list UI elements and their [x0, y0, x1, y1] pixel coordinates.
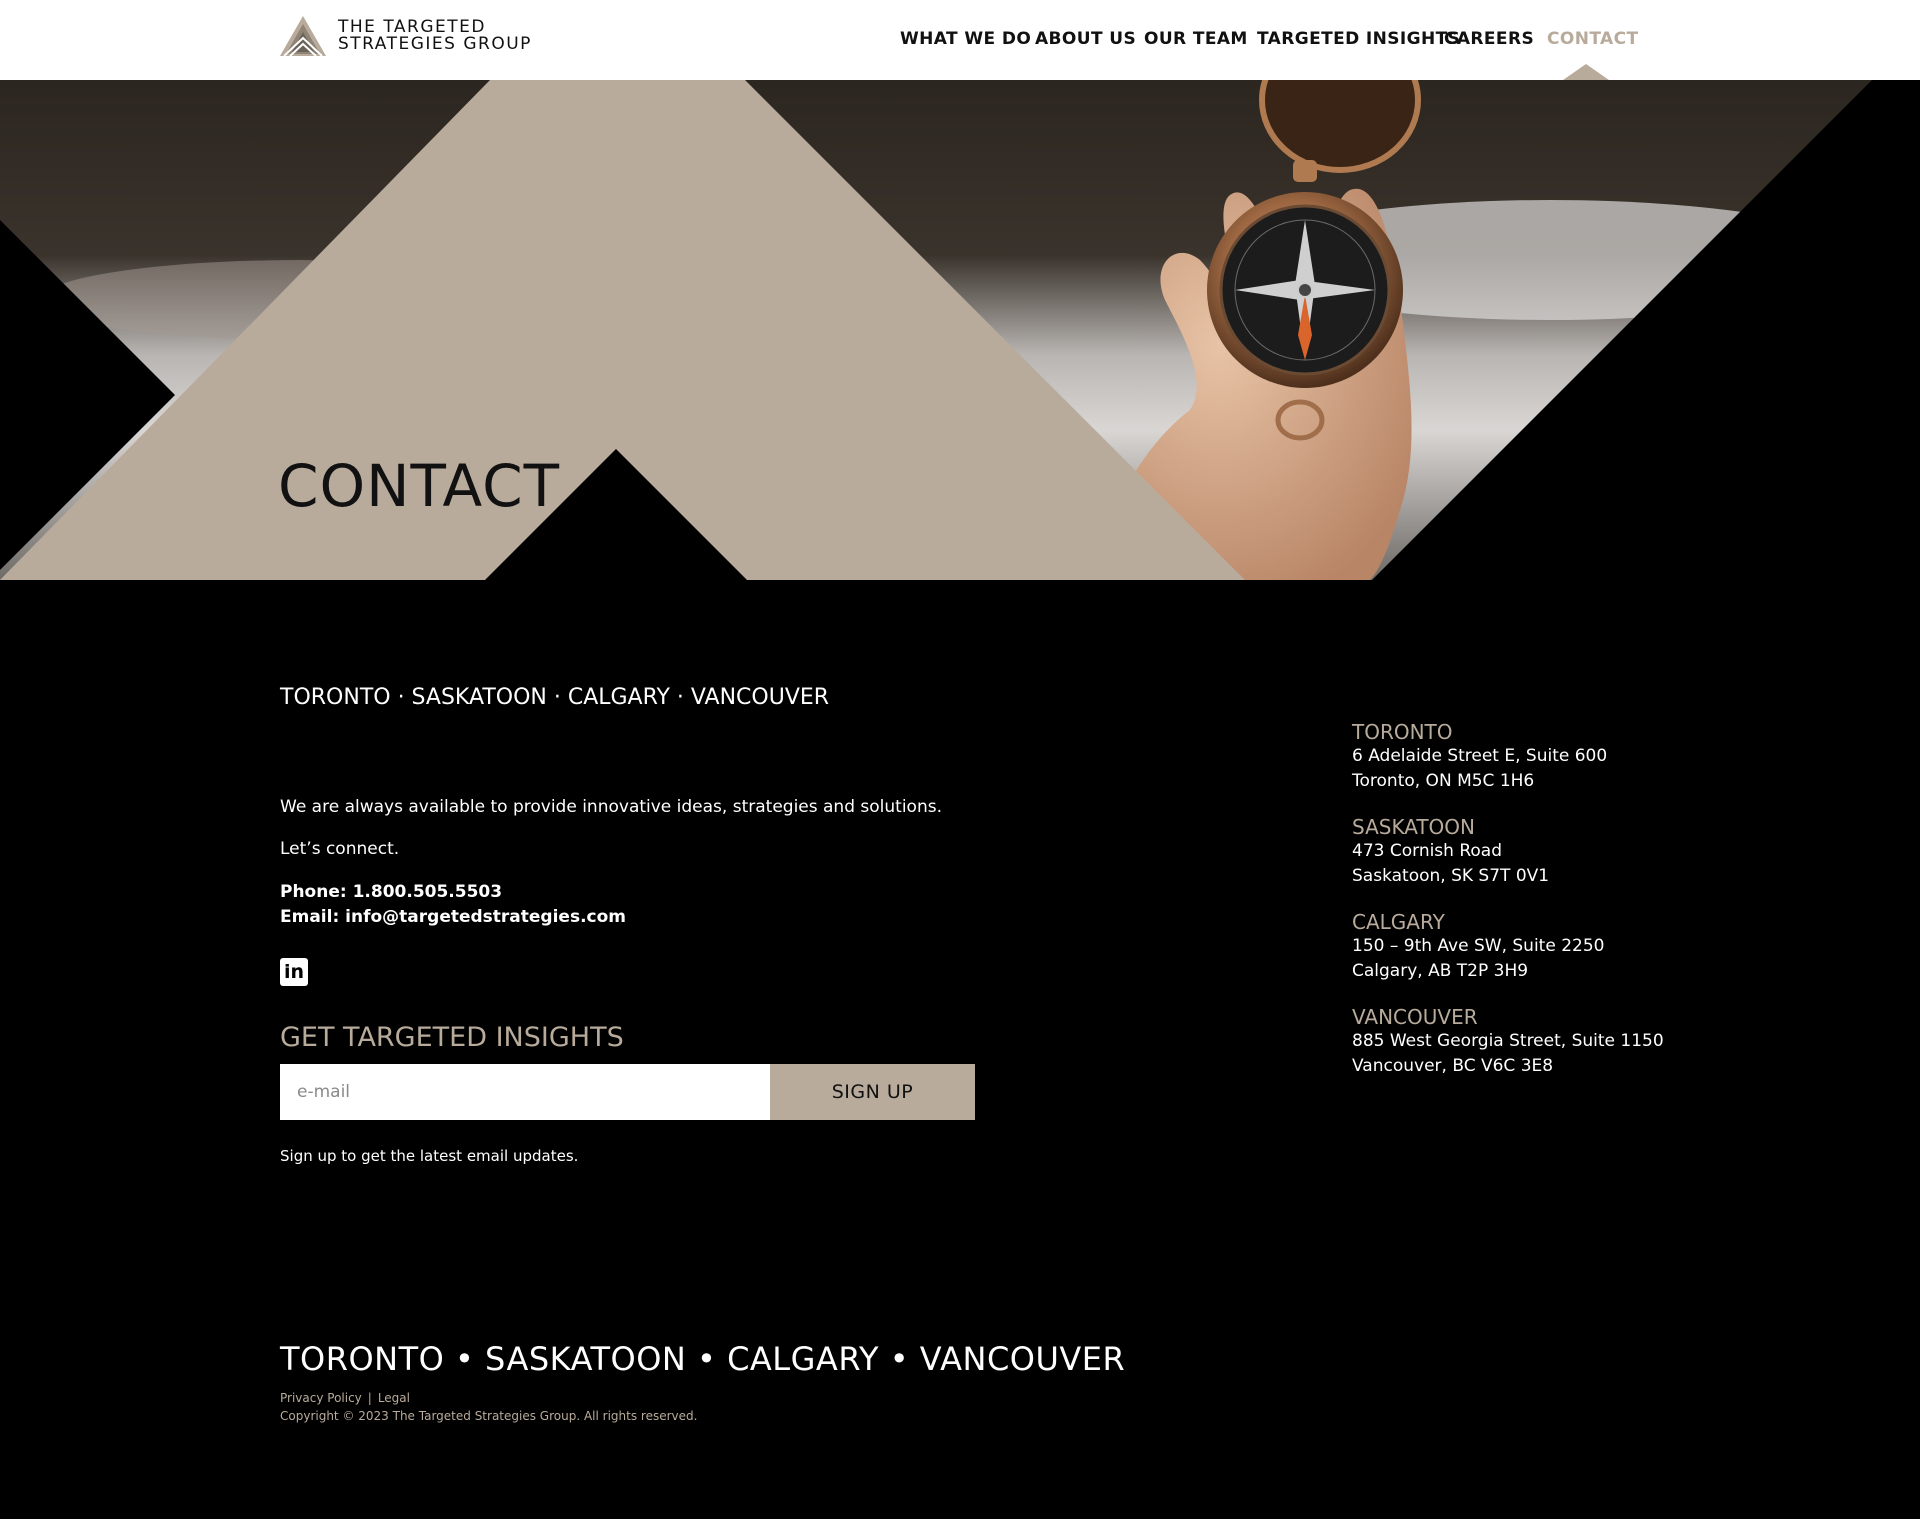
footer-separator: | [367, 1391, 372, 1405]
nav-item-targeted-insights[interactable]: TARGETED INSIGHTS [1257, 29, 1460, 49]
active-nav-indicator [1563, 64, 1609, 80]
signup-note: Sign up to get the latest email updates. [280, 1147, 579, 1165]
newsletter-email-input[interactable] [280, 1064, 770, 1120]
email-link[interactable]: Email: info@targetedstrategies.com [280, 907, 626, 927]
footer-cities: TORONTO • SASKATOON • CALGARY • VANCOUVE… [280, 1340, 1126, 1378]
office-city: VANCOUVER [1352, 1005, 1478, 1029]
signup-button[interactable]: SIGN UP [770, 1064, 975, 1120]
office-address-line: Saskatoon, SK S7T 0V1 [1352, 866, 1550, 886]
office-address-line: Calgary, AB T2P 3H9 [1352, 961, 1529, 981]
footer-links: Privacy Policy | Legal [280, 1391, 410, 1405]
main-nav: WHAT WE DO ABOUT US OUR TEAM TARGETED IN… [0, 0, 1920, 80]
office-address-line: Toronto, ON M5C 1H6 [1352, 771, 1535, 791]
page-title: CONTACT [278, 452, 561, 520]
nav-item-contact[interactable]: CONTACT [1547, 29, 1638, 49]
intro-text: We are always available to provide innov… [280, 797, 942, 817]
legal-link[interactable]: Legal [378, 1391, 410, 1405]
phone-number[interactable]: Phone: 1.800.505.5503 [280, 882, 502, 902]
office-address-line: 150 – 9th Ave SW, Suite 2250 [1352, 936, 1605, 956]
hero-banner: CONTACT [0, 80, 1920, 580]
cities-inline: TORONTO · SASKATOON · CALGARY · VANCOUVE… [280, 685, 830, 710]
nav-item-what-we-do[interactable]: WHAT WE DO [900, 29, 1031, 49]
office-address-line: Vancouver, BC V6C 3E8 [1352, 1056, 1554, 1076]
newsletter-title: GET TARGETED INSIGHTS [280, 1022, 624, 1053]
office-saskatoon: SASKATOON 473 Cornish Road Saskatoon, SK… [1352, 815, 1692, 889]
office-address-line: 6 Adelaide Street E, Suite 600 [1352, 746, 1608, 766]
nav-item-careers[interactable]: CAREERS [1444, 29, 1534, 49]
nav-item-about-us[interactable]: ABOUT US [1035, 29, 1136, 49]
office-vancouver: VANCOUVER 885 West Georgia Street, Suite… [1352, 1005, 1692, 1079]
office-calgary: CALGARY 150 – 9th Ave SW, Suite 2250 Cal… [1352, 910, 1692, 984]
office-city: SASKATOON [1352, 815, 1475, 839]
office-address-line: 473 Cornish Road [1352, 841, 1503, 861]
office-list: TORONTO 6 Adelaide Street E, Suite 600 T… [1352, 720, 1692, 1100]
site-header: THE TARGETED STRATEGIES GROUP WHAT WE DO… [0, 0, 1920, 80]
copyright: Copyright © 2023 The Targeted Strategies… [280, 1409, 698, 1423]
privacy-policy-link[interactable]: Privacy Policy [280, 1391, 362, 1405]
office-city: TORONTO [1352, 720, 1453, 744]
office-city: CALGARY [1352, 910, 1445, 934]
linkedin-icon[interactable]: in [280, 958, 308, 986]
office-address-line: 885 West Georgia Street, Suite 1150 [1352, 1031, 1664, 1051]
connect-text: Let’s connect. [280, 839, 400, 859]
office-toronto: TORONTO 6 Adelaide Street E, Suite 600 T… [1352, 720, 1692, 794]
nav-item-our-team[interactable]: OUR TEAM [1144, 29, 1248, 49]
